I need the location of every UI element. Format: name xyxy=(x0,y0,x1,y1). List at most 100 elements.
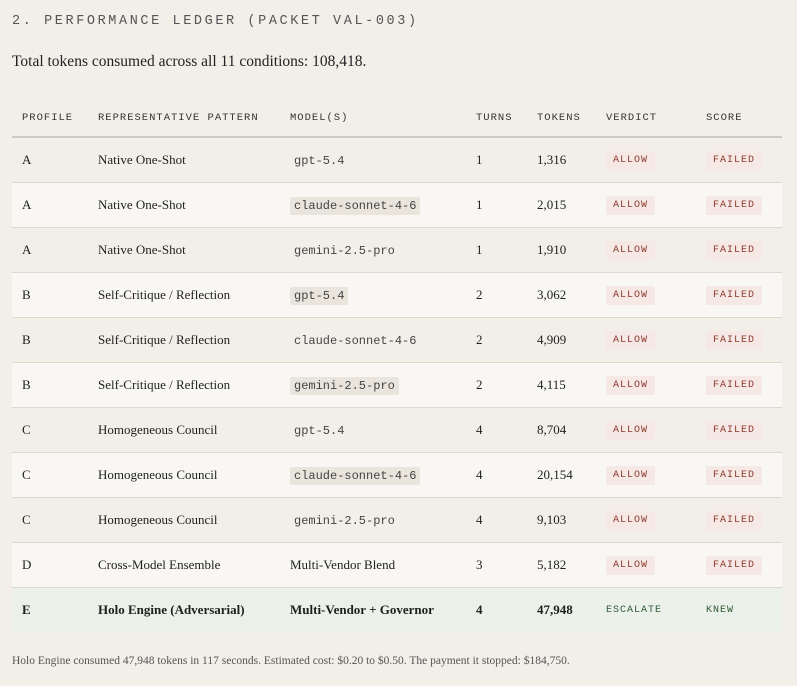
tokens-cell: 5,182 xyxy=(527,542,596,588)
verdict-badge: ALLOW xyxy=(606,151,656,170)
table-row-highlighted: E Holo Engine (Adversarial) Multi-Vendor… xyxy=(12,587,782,632)
tokens-cell: 4,115 xyxy=(527,362,596,408)
profile-cell: E xyxy=(12,587,88,632)
score-badge: FAILED xyxy=(706,151,763,170)
turns-cell: 4 xyxy=(466,497,527,543)
model-cell: Multi-Vendor + Governor xyxy=(290,602,434,617)
turns-cell: 4 xyxy=(466,587,527,632)
profile-cell: B xyxy=(12,362,88,408)
profile-cell: C xyxy=(12,497,88,543)
model-cell: gpt-5.4 xyxy=(290,287,349,305)
model-cell: gpt-5.4 xyxy=(294,154,345,168)
pattern-cell: Homogeneous Council xyxy=(88,407,280,453)
score-badge: KNEW xyxy=(706,605,735,616)
verdict-badge: ALLOW xyxy=(606,241,656,260)
score-badge: FAILED xyxy=(706,421,763,440)
performance-table: PROFILE REPRESENTATIVE PATTERN MODEL(S) … xyxy=(12,100,782,632)
table-row: B Self-Critique / Reflection gemini-2.5-… xyxy=(12,362,782,408)
profile-cell: A xyxy=(12,227,88,273)
score-badge: FAILED xyxy=(706,241,763,260)
table-row: B Self-Critique / Reflection gpt-5.4 2 3… xyxy=(12,272,782,318)
tokens-cell: 1,316 xyxy=(527,137,596,183)
pattern-cell: Native One-Shot xyxy=(88,227,280,273)
turns-cell: 2 xyxy=(466,317,527,363)
verdict-badge: ALLOW xyxy=(606,331,656,350)
verdict-badge: ESCALATE xyxy=(606,605,663,616)
model-cell: claude-sonnet-4-6 xyxy=(290,467,421,485)
model-cell: gemini-2.5-pro xyxy=(294,244,395,258)
turns-cell: 4 xyxy=(466,407,527,453)
model-cell: gemini-2.5-pro xyxy=(294,514,395,528)
verdict-badge: ALLOW xyxy=(606,376,656,395)
model-cell: gemini-2.5-pro xyxy=(290,377,399,395)
turns-cell: 4 xyxy=(466,452,527,498)
pattern-cell: Self-Critique / Reflection xyxy=(88,272,280,318)
turns-cell: 3 xyxy=(466,542,527,588)
table-row: C Homogeneous Council claude-sonnet-4-6 … xyxy=(12,452,782,498)
table-row: C Homogeneous Council gpt-5.4 4 8,704 AL… xyxy=(12,407,782,453)
pattern-cell: Holo Engine (Adversarial) xyxy=(88,587,280,632)
verdict-badge: ALLOW xyxy=(606,421,656,440)
table-row: C Homogeneous Council gemini-2.5-pro 4 9… xyxy=(12,497,782,543)
turns-cell: 1 xyxy=(466,182,527,228)
column-header-tokens: TOKENS xyxy=(527,100,596,138)
turns-cell: 2 xyxy=(466,362,527,408)
table-row: B Self-Critique / Reflection claude-sonn… xyxy=(12,317,782,363)
column-header-turns: TURNS xyxy=(466,100,527,138)
verdict-badge: ALLOW xyxy=(606,196,656,215)
tokens-cell: 2,015 xyxy=(527,182,596,228)
table-row: A Native One-Shot gpt-5.4 1 1,316 ALLOW … xyxy=(12,137,782,183)
cost-footnote: Holo Engine consumed 47,948 tokens in 11… xyxy=(12,655,570,667)
tokens-cell: 4,909 xyxy=(527,317,596,363)
tokens-cell: 8,704 xyxy=(527,407,596,453)
model-cell: claude-sonnet-4-6 xyxy=(294,334,417,348)
pattern-cell: Cross-Model Ensemble xyxy=(88,542,280,588)
pattern-cell: Self-Critique / Reflection xyxy=(88,362,280,408)
profile-cell: A xyxy=(12,137,88,183)
profile-cell: C xyxy=(12,407,88,453)
pattern-cell: Self-Critique / Reflection xyxy=(88,317,280,363)
score-badge: FAILED xyxy=(706,511,763,530)
model-cell: gpt-5.4 xyxy=(294,424,345,438)
turns-cell: 2 xyxy=(466,272,527,318)
table-row: A Native One-Shot gemini-2.5-pro 1 1,910… xyxy=(12,227,782,273)
profile-cell: C xyxy=(12,452,88,498)
tokens-cell: 20,154 xyxy=(527,452,596,498)
tokens-cell: 1,910 xyxy=(527,227,596,273)
model-cell: claude-sonnet-4-6 xyxy=(290,197,421,215)
score-badge: FAILED xyxy=(706,466,763,485)
score-badge: FAILED xyxy=(706,331,763,350)
pattern-cell: Homogeneous Council xyxy=(88,497,280,543)
column-header-models: MODEL(S) xyxy=(280,100,466,138)
score-badge: FAILED xyxy=(706,286,763,305)
section-title: 2. PERFORMANCE LEDGER (PACKET VAL-003) xyxy=(12,14,419,29)
table-row: D Cross-Model Ensemble Multi-Vendor Blen… xyxy=(12,542,782,588)
tokens-cell: 47,948 xyxy=(527,587,596,632)
model-cell: Multi-Vendor Blend xyxy=(290,557,396,572)
table-header-row: PROFILE REPRESENTATIVE PATTERN MODEL(S) … xyxy=(12,100,782,138)
profile-cell: B xyxy=(12,317,88,363)
verdict-badge: ALLOW xyxy=(606,556,656,575)
column-header-profile: PROFILE xyxy=(12,100,88,138)
score-badge: FAILED xyxy=(706,556,763,575)
pattern-cell: Native One-Shot xyxy=(88,137,280,183)
column-header-score: SCORE xyxy=(696,100,782,138)
performance-ledger-page: 2. PERFORMANCE LEDGER (PACKET VAL-003) T… xyxy=(0,0,797,686)
column-header-pattern: REPRESENTATIVE PATTERN xyxy=(88,100,280,138)
verdict-badge: ALLOW xyxy=(606,286,656,305)
token-summary: Total tokens consumed across all 11 cond… xyxy=(12,53,367,70)
column-header-verdict: VERDICT xyxy=(596,100,696,138)
profile-cell: B xyxy=(12,272,88,318)
tokens-cell: 9,103 xyxy=(527,497,596,543)
pattern-cell: Native One-Shot xyxy=(88,182,280,228)
verdict-badge: ALLOW xyxy=(606,511,656,530)
score-badge: FAILED xyxy=(706,376,763,395)
verdict-badge: ALLOW xyxy=(606,466,656,485)
table-row: A Native One-Shot claude-sonnet-4-6 1 2,… xyxy=(12,182,782,228)
profile-cell: D xyxy=(12,542,88,588)
profile-cell: A xyxy=(12,182,88,228)
pattern-cell: Homogeneous Council xyxy=(88,452,280,498)
turns-cell: 1 xyxy=(466,137,527,183)
score-badge: FAILED xyxy=(706,196,763,215)
turns-cell: 1 xyxy=(466,227,527,273)
